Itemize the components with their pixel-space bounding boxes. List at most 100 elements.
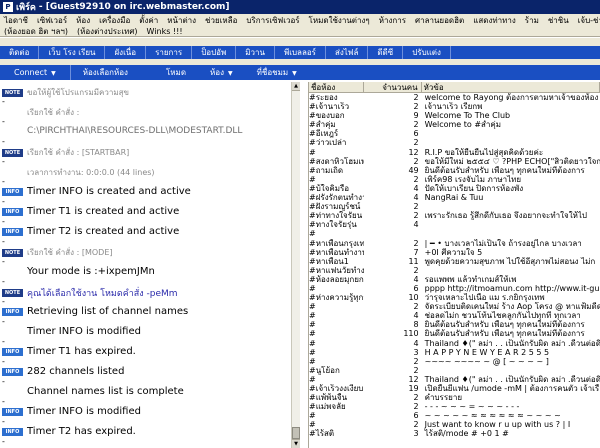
nav-item[interactable]: ส่งไฟล์ (326, 46, 369, 59)
info-badge: INFO (2, 227, 23, 236)
channel-row[interactable]: #2 เพิร์ค98 เรงจับไม ภาษาไทย (309, 175, 600, 184)
chat-message-text: Timer T1 is created and active (27, 206, 180, 217)
join-room-button[interactable]: ห้องเลือกห้อง (71, 65, 140, 80)
channel-row[interactable]: #แม่พจลัย 2 - - - ~ ~ ~ = ~ ~ ~ - - - (309, 402, 600, 411)
nav-item[interactable]: พีเบลลอร์ (275, 46, 326, 59)
nav-item[interactable]: ดีดีซี (368, 46, 404, 59)
channel-row[interactable]: #ท่าทางใจรัยน 2 เพราะรักเธอ รู้สึกดีกับเธอ… (309, 211, 600, 220)
message-separator: - (2, 157, 5, 166)
connect-button[interactable]: Connect ▼ (0, 65, 71, 80)
channel-row[interactable]: #เจ้าเร็วงงเงียบ 19 เปิดยืนยีแฟน /umode -m… (309, 384, 600, 393)
channel-row[interactable]: #12 Thailand ♦(" ลม่า . . เป็นนักรับผิด ล… (309, 375, 600, 384)
menu-item[interactable]: บริการเซิฟเวอร์ (242, 14, 304, 26)
mode-dropdown[interactable]: โหมด (154, 65, 198, 80)
channel-row[interactable]: #ว่าวเปล่า 2 (309, 138, 600, 147)
channel-user-count: 19 (408, 384, 419, 393)
chat-message-text: เรียกใช้ คำสั่ง : (27, 108, 80, 117)
nav-item[interactable]: มิวาน (236, 46, 275, 59)
nav-item[interactable]: ป็อปอัพ (192, 46, 237, 59)
channel-row[interactable]: # (309, 229, 600, 238)
channel-row[interactable]: #บ้ใจคิมรือ 4 ปัดให้เบาเรียน ปิดการห้องพัง (309, 184, 600, 193)
channel-list[interactable]: ชื่อห้อง จำนวนคน หัวข้อ #ระยอง 2 welcome t… (308, 82, 600, 448)
scroll-thumb[interactable] (292, 427, 300, 439)
app-icon[interactable]: P (3, 2, 13, 12)
channel-row[interactable]: #8 ยินดีต้อนรับสำหรับ เพื่อนๆ ทุกคนใหม่ที… (309, 320, 600, 329)
message-separator: - (2, 357, 5, 366)
menu-item[interactable]: (ห้องต่างประเทศ) (73, 25, 143, 38)
nav-item[interactable]: เว็บ โรง เรียน (39, 46, 106, 59)
channel-row[interactable]: #สำคุ่ม 2 Welcome to #สำคุ่ม (309, 120, 600, 129)
channel-row[interactable]: #4 ช่อลดไม่ก ชวนโท้นไชคลูกกันไปทุกที่ ทุก… (309, 311, 600, 320)
menu-item[interactable]: เจ้บ-ช่า (574, 14, 600, 26)
status-window[interactable]: NOTE ขอให้ผู้ใช้โปรแกรมมีความสุข - เรียกใช้… (0, 82, 298, 448)
channel-row[interactable]: #110 ยินดีต้อนรับสำหรับ เพื่อนๆ ทุกคนใหม่… (309, 329, 600, 338)
column-header-topic[interactable]: หัวข้อ (422, 82, 600, 92)
info-badge: INFO (2, 187, 23, 196)
channel-row[interactable]: #เจ้านาเร็ว 2 เจ้านาเร็ว เรียกพ (309, 102, 600, 111)
channel-user-count: 4 (413, 274, 419, 284)
menu-item[interactable]: โหมดใช้งานต่างๆ (305, 14, 375, 26)
channel-topic: คำบรรยาย (424, 393, 463, 403)
channel-row[interactable]: #ฝรั่งรักตนทำงาน 4 NangRai & Tuu (309, 193, 600, 202)
channel-name: # (309, 147, 316, 157)
channel-topic: R.I.P ขอให้ยืนยื่นไปสู่สุดคิดด้วยค่ะ (424, 147, 544, 157)
channel-row[interactable]: #3 H A P P Y N E W Y E A R 2 5 5 5 (309, 348, 600, 357)
chat-message: เวลาการทำงาน: 0:0:0.0 (44 lines) (2, 166, 155, 179)
chat-message: Timer INFO is modified (2, 326, 141, 337)
menu-item[interactable]: ช่วยเหลือ (201, 14, 242, 26)
channel-name: #ห้องลอยมุกยกงาม (309, 274, 364, 284)
menu-item[interactable]: Winks !!! (143, 27, 188, 36)
channel-row[interactable]: #แพ้พ้นจื่น 2 คำบรรยาย (309, 393, 600, 402)
channel-row[interactable]: #2 ~~~~ ~~~~ ~ @ [ ~ ~ ~ ~ ] (309, 357, 600, 366)
channel-row[interactable]: #2 จัดระเบียบติดเคนใหม่ ร้าง Aop โครง @ ห… (309, 302, 600, 311)
channel-row[interactable]: #6 ~ ~ ~ ~ ~ ≈ ≈ ≈ ≈ ≈ ≈ ~ ~ ~ ~ (309, 411, 600, 420)
channel-user-count: 2 (413, 202, 419, 212)
channel-row[interactable]: #6 pppp http://itmoamun.com http://www.it… (309, 284, 600, 293)
menu-item[interactable]: ช่าชิน (544, 14, 574, 26)
channel-row[interactable]: #หาเพื่อน1 11 พูดคุยด้วยความสุขภาพ ไปใช้อี… (309, 257, 600, 266)
channel-row[interactable]: #สงดาหิวโฮมเพจ 2 ขอให้มีใหม่ ๒๕๕๔ ♡ ?PHP E… (309, 157, 600, 166)
channel-user-count: 2 (413, 93, 419, 102)
channel-name: # (309, 320, 316, 330)
members-dropdown[interactable]: ที่ชื่อชมม ▼ (245, 65, 309, 80)
channel-row[interactable]: #หาเพื่อนกรุงเทพ 2 | ━ • บางเวลาไม่เป็นใจ … (309, 239, 600, 248)
channel-row[interactable]: #ถามเถิด 49 ยินดีต้อนรับสำหรับ เพื่อนๆ ทุก… (309, 166, 600, 175)
channel-row[interactable]: #ของบอก 9 Welcome To The Club (309, 111, 600, 120)
scroll-up-arrow-icon[interactable]: ▲ (292, 82, 300, 91)
chat-scrollbar[interactable]: ▲ ▼ (291, 82, 300, 448)
menu-item[interactable]: ศาลานยอดฮิต (411, 14, 469, 26)
column-header-users[interactable]: จำนวนคน (364, 82, 422, 92)
channel-row[interactable]: #หาเพื่อนทำงาน 7 +0I ศีความใจ 5 (309, 248, 600, 257)
channel-row[interactable]: #ห้องลอยมุกยกงาม 4 รอแพพพ แล้วทำเกมส์ให้เพ (309, 275, 600, 284)
column-header-name[interactable]: ชื่อห้อง (309, 82, 364, 92)
nav-item[interactable]: ผังเนื่อ (105, 46, 147, 59)
channel-row[interactable]: #ไร้สติ 3 ไร้สติ/mode # +0 1 # (309, 429, 600, 438)
channel-row[interactable]: #ระยอง 2 welcome to Rayong ต้องการตามหาเจ้… (309, 93, 600, 102)
channel-user-count: 2 (413, 174, 419, 184)
room-dropdown[interactable]: ห้อง ▼ (198, 65, 245, 80)
channel-user-count: 12 (408, 147, 419, 157)
nav-item[interactable]: ติดต่อ (0, 46, 40, 59)
scroll-down-arrow-icon[interactable]: ▼ (292, 439, 300, 448)
nav-item[interactable]: รายการ (146, 46, 193, 59)
menu-item[interactable]: ห้างการ (375, 14, 411, 26)
channel-row[interactable]: #12 R.I.P ขอให้ยืนยื่นไปสู่สุดคิดด้วยค่ะ (309, 148, 600, 157)
menu-item[interactable]: แสดงท่าทาง (469, 14, 521, 26)
channel-row[interactable]: #4 Thailand ♦(" ลม่า . . เป็นนักรับผิด ลม… (309, 339, 600, 348)
channel-name: #เจ้าเร็วงงเงียบ (309, 384, 364, 393)
channel-row[interactable]: #อีเหฎร์ 6 (309, 129, 600, 138)
channel-row[interactable]: #ทางใจรัยรุ่น 4 (309, 220, 600, 229)
chat-message-text: C:\PIRCHTHAI\RESOURCES-DLL\MODESTART.DLL (27, 126, 243, 136)
channel-row[interactable]: #ห่างความรู้ทุกวัน 10 ว่ารุจเหลาะไปเนื่อ แ… (309, 293, 600, 302)
channel-topic: | ━ • บางเวลาไม่เป็นใจ ถ้ารงอยู่ไกล บางเ… (424, 238, 582, 248)
menu-item[interactable]: (ห้องยอด ฮิต ฯลฯ) (0, 25, 73, 38)
menu-item[interactable]: หน้าต่าง (163, 14, 201, 26)
nav-item[interactable]: ปรับแต่ง (403, 46, 451, 59)
channel-row[interactable]: #2 Just want to know r u up with us ? | I (309, 420, 600, 429)
app-brand: เพิร์ค (16, 3, 36, 13)
channel-row[interactable]: #หาแฟนวัยทำงาน 2 (309, 266, 600, 275)
channel-row[interactable]: #นูโย้อก 2 (309, 366, 600, 375)
info-badge: INFO (2, 407, 23, 416)
menu-item[interactable]: ร้าม (521, 14, 544, 26)
channel-row[interactable]: #ฝั่งรามญูร์ชน์ 2 (309, 202, 600, 211)
